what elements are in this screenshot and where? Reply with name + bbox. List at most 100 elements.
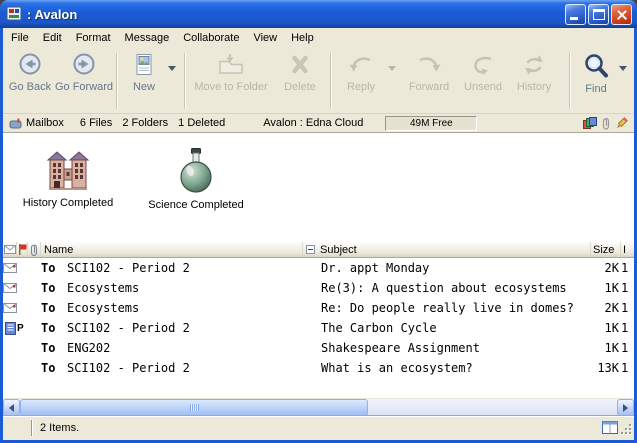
minimize-button[interactable] bbox=[565, 4, 586, 25]
toolbar-button-label: Reply bbox=[347, 81, 375, 93]
toolbar: Go Back Go Forward bbox=[3, 47, 634, 113]
app-icon bbox=[6, 6, 22, 22]
go-forward-icon bbox=[69, 52, 99, 78]
message-row[interactable]: To Ecosystems Re(3): A question about ec… bbox=[3, 278, 634, 298]
go-back-button[interactable]: Go Back bbox=[5, 50, 55, 93]
toolbar-separator bbox=[116, 53, 118, 109]
move-to-folder-icon bbox=[216, 52, 246, 78]
window-title: : Avalon bbox=[27, 7, 563, 22]
reply-dropdown-arrow-icon bbox=[388, 66, 396, 71]
toolbar-button-label: Go Back bbox=[9, 81, 51, 93]
toolbar-button-label: Unsend bbox=[464, 81, 502, 93]
maximize-button[interactable] bbox=[588, 4, 609, 25]
paperclip-icon[interactable] bbox=[602, 117, 610, 130]
split-view-icon[interactable] bbox=[602, 421, 618, 437]
toolbar-button-label: New bbox=[133, 81, 155, 93]
row-to-label: To bbox=[41, 281, 67, 295]
menu-message[interactable]: Message bbox=[118, 30, 177, 46]
mailbox-icon bbox=[9, 118, 22, 129]
collapse-column-icon[interactable] bbox=[306, 245, 315, 254]
header-attachment-column[interactable] bbox=[28, 242, 41, 257]
scroll-right-button[interactable] bbox=[617, 399, 634, 416]
row-to-label: To bbox=[41, 301, 67, 315]
header-name-column[interactable]: Name bbox=[41, 242, 303, 257]
header-clipped-column[interactable]: I bbox=[621, 242, 634, 257]
menu-help[interactable]: Help bbox=[284, 30, 321, 46]
flag-icon bbox=[18, 244, 27, 255]
statusbar: 2 Items. bbox=[3, 415, 634, 440]
header-subject-label: Subject bbox=[320, 244, 357, 256]
history-completed-item[interactable]: History Completed bbox=[16, 148, 120, 209]
infobar: Mailbox 6 Files 2 Folders 1 Deleted Aval… bbox=[3, 113, 634, 132]
find-dropdown-arrow-icon[interactable] bbox=[619, 66, 627, 71]
header-size-column[interactable]: Size bbox=[591, 242, 621, 257]
row-to-label: To bbox=[41, 341, 67, 355]
toolbar-separator bbox=[330, 53, 332, 109]
move-to-folder-button: Move to Folder bbox=[189, 50, 273, 93]
app-window: : Avalon File Edit Format Message Collab… bbox=[0, 0, 637, 443]
new-dropdown-arrow-icon[interactable] bbox=[168, 66, 176, 71]
menu-view[interactable]: View bbox=[246, 30, 284, 46]
toolbar-button-label: Go Forward bbox=[55, 81, 113, 93]
header-subject-column[interactable]: Subject bbox=[303, 242, 591, 257]
menu-edit[interactable]: Edit bbox=[36, 30, 69, 46]
message-row[interactable]: To SCI102 - Period 2 What is an ecosyste… bbox=[3, 358, 634, 378]
science-completed-item[interactable]: Science Completed bbox=[144, 148, 248, 211]
header-item-type-column[interactable] bbox=[3, 242, 17, 257]
folder-icon-pane: History Completed Scien bbox=[3, 132, 634, 242]
items-count: 2 Items. bbox=[40, 422, 79, 434]
message-row[interactable]: To ENG202 Shakespeare Assignment 1K 1 bbox=[3, 338, 634, 358]
envelope-icon bbox=[4, 245, 16, 254]
row-to-label: To bbox=[41, 261, 67, 275]
folders-count: 2 Folders bbox=[122, 117, 168, 129]
header-name-label: Name bbox=[44, 244, 73, 256]
resize-grip[interactable] bbox=[620, 423, 633, 439]
mail-message-icon bbox=[3, 283, 17, 293]
menu-file[interactable]: File bbox=[4, 30, 36, 46]
toolbar-button-label: Delete bbox=[284, 81, 316, 93]
left-arrow-icon bbox=[9, 404, 14, 412]
desktop-icon-label: History Completed bbox=[23, 197, 113, 209]
row-date-clipped: 1 bbox=[621, 361, 634, 375]
row-subject: The Carbon Cycle bbox=[303, 321, 591, 335]
close-button[interactable] bbox=[611, 4, 632, 25]
minimize-icon bbox=[570, 17, 578, 20]
row-date-clipped: 1 bbox=[621, 321, 634, 335]
row-size: 1K bbox=[591, 341, 621, 355]
row-name: SCI102 - Period 2 bbox=[67, 321, 303, 335]
message-row[interactable]: To SCI102 - Period 2 Dr. appt Monday 2K … bbox=[3, 258, 634, 278]
menu-collaborate[interactable]: Collaborate bbox=[176, 30, 246, 46]
building-h-icon bbox=[45, 148, 91, 192]
find-button[interactable]: Find bbox=[574, 50, 618, 95]
scroll-left-button[interactable] bbox=[3, 399, 20, 416]
mail-message-icon bbox=[3, 303, 17, 313]
files-count: 6 Files bbox=[80, 117, 112, 129]
titlebar[interactable]: : Avalon bbox=[0, 0, 637, 28]
header-flag-column[interactable] bbox=[17, 242, 28, 257]
pencil-icon[interactable] bbox=[615, 117, 628, 130]
paperclip-icon bbox=[30, 244, 38, 256]
desktop-icon-label: Science Completed bbox=[148, 199, 243, 211]
history-button: History bbox=[509, 50, 559, 93]
message-list: To SCI102 - Period 2 Dr. appt Monday 2K … bbox=[3, 258, 634, 398]
menu-format[interactable]: Format bbox=[69, 30, 118, 46]
flask-icon bbox=[175, 148, 217, 194]
scrollbar-thumb[interactable] bbox=[20, 399, 368, 416]
go-forward-button[interactable]: Go Forward bbox=[55, 50, 113, 93]
horizontal-scrollbar[interactable] bbox=[3, 398, 634, 415]
maximize-icon bbox=[593, 9, 605, 20]
new-document-icon bbox=[129, 52, 159, 78]
message-row[interactable]: To Ecosystems Re: Do people really live … bbox=[3, 298, 634, 318]
row-date-clipped: 1 bbox=[621, 281, 634, 295]
toolbar-button-label: Find bbox=[585, 83, 606, 95]
free-space-value: 49M Free bbox=[410, 118, 453, 129]
layered-pages-icon[interactable] bbox=[583, 117, 597, 129]
row-date-clipped: 1 bbox=[621, 301, 634, 315]
mail-message-icon bbox=[3, 263, 17, 273]
message-row[interactable]: P To SCI102 - Period 2 The Carbon Cycle … bbox=[3, 318, 634, 338]
unsend-arrow-icon bbox=[468, 52, 498, 78]
new-button[interactable]: New bbox=[121, 50, 167, 93]
menubar: File Edit Format Message Collaborate Vie… bbox=[3, 28, 634, 47]
row-date-clipped: 1 bbox=[621, 341, 634, 355]
row-name: SCI102 - Period 2 bbox=[67, 361, 303, 375]
